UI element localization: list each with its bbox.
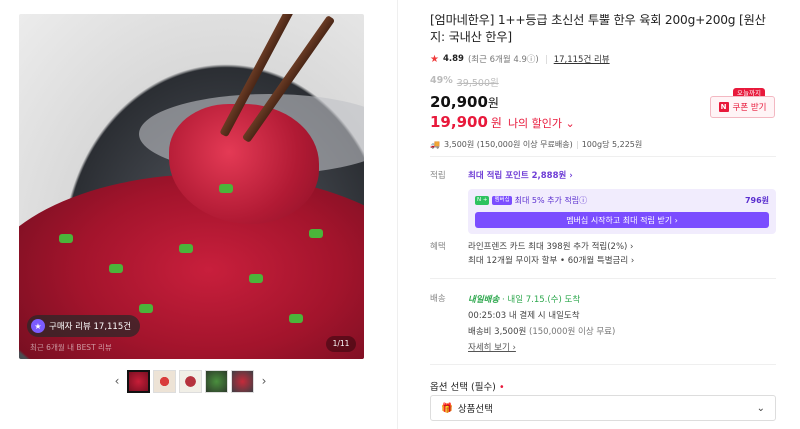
thumbnail-5[interactable] bbox=[231, 369, 254, 393]
discount-row: 49% 39,500원 bbox=[430, 75, 780, 89]
my-price-unit: 원 bbox=[490, 116, 502, 130]
select-value: 상품선택 bbox=[457, 404, 493, 415]
installment-link[interactable]: 최대 12개월 무이자 할부 • 60개월 특별금리 › bbox=[468, 254, 776, 268]
divider bbox=[545, 54, 547, 64]
max-point-link[interactable]: 최대 적립 포인트 2,888원 › bbox=[468, 169, 776, 181]
image-counter: 1/11 bbox=[326, 336, 356, 352]
product-info: [엄마네한우] 1++등급 초신선 투뿔 한우 육회 200g+200g [원산… bbox=[430, 12, 780, 150]
option-label: 옵션 선택 (필수) • bbox=[430, 379, 505, 393]
review-pill-text: 구매자 리뷰 17,115건 bbox=[49, 322, 132, 332]
benefits-label: 혜택 bbox=[430, 242, 446, 252]
thumbnail-1[interactable] bbox=[127, 369, 150, 393]
shipping-fee: 3,500원 (150,000원 이상 무료배송) bbox=[443, 140, 573, 149]
original-price: 39,500원 bbox=[456, 78, 499, 89]
tomorrow-delivery-tag: 내일배송 bbox=[468, 295, 500, 305]
divider bbox=[430, 278, 776, 279]
image-garnish bbox=[109, 264, 123, 273]
card-benefit-link[interactable]: 라인프렌즈 카드 최대 398원 추가 적립(2%) › bbox=[468, 240, 776, 254]
thumbnail-2[interactable] bbox=[153, 369, 176, 393]
membership-text[interactable]: 최대 5% 추가 적립ⓘ bbox=[515, 195, 587, 206]
product-main-image[interactable] bbox=[19, 14, 364, 359]
image-caption: 최근 6개월 내 BEST 리뷰 bbox=[30, 343, 112, 352]
sale-price-unit: 원 bbox=[487, 96, 499, 110]
truck-icon: 🚚 bbox=[430, 140, 440, 149]
image-garnish bbox=[219, 184, 233, 193]
rating-recent[interactable]: (최근 6개월 4.9ⓘ) bbox=[468, 53, 539, 65]
chevron-down-icon: ⌄ bbox=[756, 402, 765, 414]
image-garnish bbox=[59, 234, 73, 243]
discount-percent: 49% bbox=[430, 75, 453, 86]
coupon-button[interactable]: N 쿠폰 받기 bbox=[710, 96, 775, 118]
sale-price-value: 20,900 bbox=[430, 93, 488, 111]
naver-plus-chip: N + bbox=[475, 196, 490, 205]
delivery-more-link[interactable]: 자세히 보기 › bbox=[468, 340, 776, 356]
image-garnish bbox=[249, 274, 263, 283]
image-garnish bbox=[139, 304, 153, 313]
review-icon: ★ bbox=[31, 319, 45, 333]
delivery-fee: 배송비 3,500원 bbox=[468, 327, 527, 337]
membership-box: N + 멤버십 최대 5% 추가 적립ⓘ 796원 멤버십 시작하고 최대 적립… bbox=[468, 189, 776, 234]
required-mark: • bbox=[498, 382, 505, 393]
review-count-link[interactable]: 17,115건 리뷰 bbox=[554, 53, 610, 65]
membership-cta-button[interactable]: 멤버십 시작하고 최대 적립 받기 › bbox=[475, 212, 769, 228]
delivery-label: 배송 bbox=[430, 294, 446, 304]
unit-price: 100g당 5,225원 bbox=[581, 140, 643, 149]
rating-row: ★ 4.89 (최근 6개월 4.9ⓘ) 17,115건 리뷰 bbox=[430, 53, 780, 66]
column-divider bbox=[397, 0, 398, 429]
rating-score: 4.89 bbox=[442, 54, 464, 64]
delivery-deadline: 00:25:03 내 결제 시 내일도착 bbox=[468, 311, 580, 321]
coupon-button-label: 쿠폰 받기 bbox=[732, 103, 767, 113]
shipping-line: 🚚 3,500원 (150,000원 이상 무료배송) 100g당 5,225원 bbox=[430, 139, 780, 150]
product-option-select[interactable]: 🎁 상품선택 ⌄ bbox=[430, 395, 776, 421]
thumbnail-strip: ‹ › bbox=[110, 369, 271, 393]
delivery-fee-note: (150,000원 이상 무료) bbox=[529, 327, 616, 337]
divider bbox=[576, 140, 578, 149]
thumbnail-3[interactable] bbox=[179, 369, 202, 393]
thumbnail-4[interactable] bbox=[205, 369, 228, 393]
buyer-review-pill[interactable]: ★ 구매자 리뷰 17,115건 bbox=[27, 315, 141, 337]
image-garnish bbox=[179, 244, 193, 253]
image-garnish bbox=[289, 314, 303, 323]
image-garnish bbox=[309, 229, 323, 238]
delivery-eta: · 내일 7.15.(수) 도착 bbox=[501, 295, 581, 305]
my-price-toggle[interactable]: 나의 할인가 ⌄ bbox=[508, 115, 575, 131]
star-icon: ★ bbox=[430, 53, 439, 65]
product-title: [엄마네한우] 1++등급 초신선 투뿔 한우 육회 200g+200g [원산… bbox=[430, 13, 766, 44]
membership-chip: 멤버십 bbox=[492, 196, 512, 205]
next-arrow-icon[interactable]: › bbox=[257, 369, 271, 393]
points-label: 적립 bbox=[430, 171, 446, 181]
option-label-text: 옵션 선택 (필수) bbox=[430, 382, 496, 393]
my-price-value: 19,900 bbox=[430, 113, 488, 131]
gift-icon: 🎁 bbox=[441, 402, 453, 414]
divider bbox=[430, 364, 776, 365]
membership-amount: 796원 bbox=[744, 196, 769, 205]
divider bbox=[430, 156, 776, 157]
naver-n-icon: N bbox=[718, 102, 729, 112]
prev-arrow-icon[interactable]: ‹ bbox=[110, 369, 124, 393]
